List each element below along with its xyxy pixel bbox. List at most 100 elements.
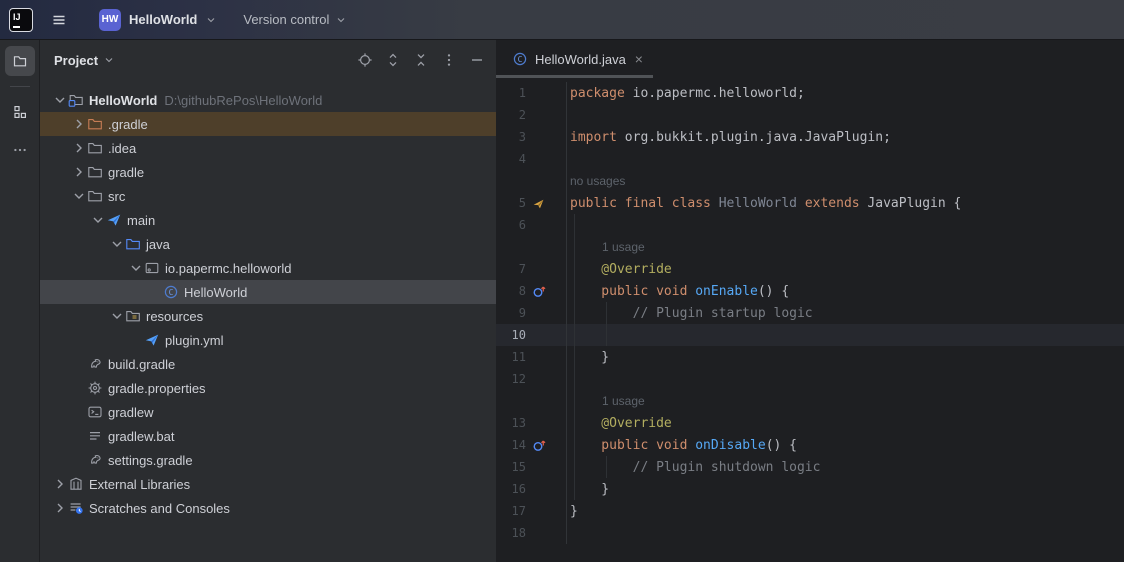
code-line-15[interactable]: 15 // Plugin shutdown logic xyxy=(496,456,1124,478)
tab-close-icon[interactable]: × xyxy=(635,51,643,67)
chevron-down-icon[interactable] xyxy=(128,260,144,276)
editor-gutter[interactable]: 10 xyxy=(496,324,567,346)
project-widget-button[interactable]: HW HelloWorld xyxy=(91,6,225,34)
code-line-14[interactable]: 14 public void onDisable() { xyxy=(496,434,1124,456)
panel-options-button[interactable] xyxy=(436,47,462,73)
editor-gutter[interactable]: 2 xyxy=(496,104,567,126)
code-line-6[interactable]: 6 xyxy=(496,214,1124,236)
override-marker-icon[interactable] xyxy=(526,284,566,299)
editor-gutter[interactable]: 16 xyxy=(496,478,567,500)
tree-row-main[interactable]: main xyxy=(40,208,496,232)
line-number[interactable]: 7 xyxy=(496,262,526,276)
chevron-right-icon[interactable] xyxy=(71,164,87,180)
tree-row-helloworld[interactable]: HelloWorldD:\githubRePos\HelloWorld xyxy=(40,88,496,112)
editor-gutter[interactable]: 15 xyxy=(496,456,567,478)
tree-row-plugin-yml[interactable]: plugin.yml xyxy=(40,328,496,352)
inlay-hint-row[interactable]: 1 usage xyxy=(496,390,1124,412)
line-number[interactable]: 13 xyxy=(496,416,526,430)
chevron-right-icon[interactable] xyxy=(71,116,87,132)
expand-all-button[interactable] xyxy=(380,47,406,73)
code-line-16[interactable]: 16 } xyxy=(496,478,1124,500)
line-number[interactable]: 10 xyxy=(496,328,526,342)
editor-gutter[interactable]: 9 xyxy=(496,302,567,324)
tree-row-gradlew-bat[interactable]: gradlew.bat xyxy=(40,424,496,448)
structure-tool-button[interactable] xyxy=(5,97,35,127)
editor-gutter[interactable] xyxy=(496,236,567,258)
project-panel-title[interactable]: Project xyxy=(54,53,98,68)
code-line-13[interactable]: 13 @Override xyxy=(496,412,1124,434)
tree-row-java[interactable]: java xyxy=(40,232,496,256)
code-line-5[interactable]: 5public final class HelloWorld extends J… xyxy=(496,192,1124,214)
tree-row-external-libraries[interactable]: External Libraries xyxy=(40,472,496,496)
code-line-4[interactable]: 4 xyxy=(496,148,1124,170)
collapse-all-button[interactable] xyxy=(408,47,434,73)
line-number[interactable]: 12 xyxy=(496,372,526,386)
line-number[interactable]: 3 xyxy=(496,130,526,144)
inlay-hint[interactable]: 1 usage xyxy=(567,394,645,408)
line-number[interactable]: 6 xyxy=(496,218,526,232)
editor-gutter[interactable]: 18 xyxy=(496,522,567,544)
code-line-10[interactable]: 10 xyxy=(496,324,1124,346)
inlay-hint-row[interactable]: no usages xyxy=(496,170,1124,192)
hide-panel-button[interactable] xyxy=(464,47,490,73)
code-line-1[interactable]: 1package io.papermc.helloworld; xyxy=(496,82,1124,104)
chevron-right-icon[interactable] xyxy=(71,140,87,156)
line-number[interactable]: 5 xyxy=(496,196,526,210)
tree-row-scratches-and-consoles[interactable]: Scratches and Consoles xyxy=(40,496,496,520)
code-line-7[interactable]: 7 @Override xyxy=(496,258,1124,280)
editor-tab-helloworld-java[interactable]: C HelloWorld.java × xyxy=(496,40,653,78)
editor-gutter[interactable] xyxy=(496,170,567,192)
code-line-12[interactable]: 12 xyxy=(496,368,1124,390)
editor-gutter[interactable]: 12 xyxy=(496,368,567,390)
chevron-right-icon[interactable] xyxy=(52,476,68,492)
editor-gutter[interactable]: 4 xyxy=(496,148,567,170)
line-number[interactable]: 17 xyxy=(496,504,526,518)
code-line-11[interactable]: 11 } xyxy=(496,346,1124,368)
tree-row-settings-gradle[interactable]: settings.gradle xyxy=(40,448,496,472)
select-opened-file-button[interactable] xyxy=(352,47,378,73)
editor-gutter[interactable] xyxy=(496,390,567,412)
editor-gutter[interactable]: 11 xyxy=(496,346,567,368)
code-line-8[interactable]: 8 public void onEnable() { xyxy=(496,280,1124,302)
editor-gutter[interactable]: 14 xyxy=(496,434,567,456)
override-marker-icon[interactable] xyxy=(526,438,566,453)
tree-row--idea[interactable]: .idea xyxy=(40,136,496,160)
editor-gutter[interactable]: 5 xyxy=(496,192,567,214)
chevron-down-icon[interactable] xyxy=(90,212,106,228)
tree-row-src[interactable]: src xyxy=(40,184,496,208)
editor-gutter[interactable]: 6 xyxy=(496,214,567,236)
code-line-3[interactable]: 3import org.bukkit.plugin.java.JavaPlugi… xyxy=(496,126,1124,148)
inlay-hint-row[interactable]: 1 usage xyxy=(496,236,1124,258)
code-line-9[interactable]: 9 // Plugin startup logic xyxy=(496,302,1124,324)
line-number[interactable]: 9 xyxy=(496,306,526,320)
line-number[interactable]: 16 xyxy=(496,482,526,496)
tree-row-gradlew[interactable]: gradlew xyxy=(40,400,496,424)
main-menu-button[interactable] xyxy=(43,6,75,34)
project-tool-button[interactable] xyxy=(5,46,35,76)
line-number[interactable]: 14 xyxy=(496,438,526,452)
tree-row-resources[interactable]: resources xyxy=(40,304,496,328)
editor-gutter[interactable]: 1 xyxy=(496,82,567,104)
tree-row-helloworld[interactable]: CHelloWorld xyxy=(40,280,496,304)
editor-gutter[interactable]: 17 xyxy=(496,500,567,522)
tree-row-gradle-properties[interactable]: gradle.properties xyxy=(40,376,496,400)
plugin-marker-icon[interactable] xyxy=(526,197,566,210)
chevron-down-icon[interactable] xyxy=(109,236,125,252)
line-number[interactable]: 2 xyxy=(496,108,526,122)
line-number[interactable]: 11 xyxy=(496,350,526,364)
chevron-down-icon[interactable] xyxy=(52,92,68,108)
editor-gutter[interactable]: 8 xyxy=(496,280,567,302)
line-number[interactable]: 15 xyxy=(496,460,526,474)
inlay-hint[interactable]: 1 usage xyxy=(567,240,645,254)
tree-row-build-gradle[interactable]: build.gradle xyxy=(40,352,496,376)
line-number[interactable]: 4 xyxy=(496,152,526,166)
code-editor[interactable]: 1package io.papermc.helloworld; 2 3import … xyxy=(496,78,1124,562)
editor-gutter[interactable]: 3 xyxy=(496,126,567,148)
chevron-right-icon[interactable] xyxy=(52,500,68,516)
tree-row-gradle[interactable]: gradle xyxy=(40,160,496,184)
vcs-widget-button[interactable]: Version control xyxy=(235,6,355,34)
editor-gutter[interactable]: 13 xyxy=(496,412,567,434)
code-line-18[interactable]: 18 xyxy=(496,522,1124,544)
chevron-down-icon[interactable] xyxy=(109,308,125,324)
line-number[interactable]: 1 xyxy=(496,86,526,100)
